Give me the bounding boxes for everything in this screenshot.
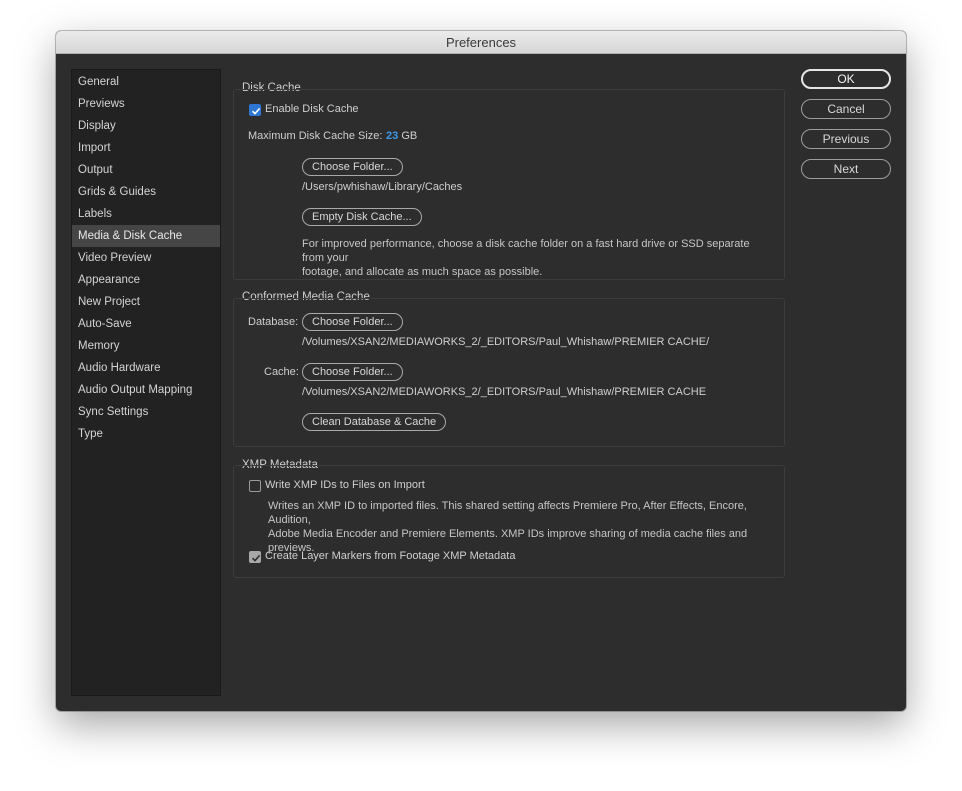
clean-database-cache-button[interactable]: Clean Database & Cache (302, 413, 447, 431)
previous-button[interactable]: Previous (801, 129, 891, 149)
sidebar-item-grids-and-guides[interactable]: Grids & Guides (72, 181, 220, 203)
enable-disk-cache-label[interactable]: Enable Disk Cache (265, 103, 359, 115)
sidebar-item-display[interactable]: Display (72, 115, 220, 137)
database-label: Database: (248, 316, 299, 328)
cache-label: Cache: (264, 366, 299, 378)
sidebar-item-audio-hardware[interactable]: Audio Hardware (72, 357, 220, 379)
disk-cache-note: For improved performance, choose a disk … (302, 237, 772, 279)
disk-cache-choose-folder-button[interactable]: Choose Folder... (302, 158, 403, 176)
cancel-button[interactable]: Cancel (801, 99, 891, 119)
xmp-note-line-1: Writes an XMP ID to imported files. This… (268, 500, 747, 526)
preferences-sidebar: General Previews Display Import Output Grids … (71, 69, 221, 696)
cache-choose-folder-button[interactable]: Choose Folder... (302, 363, 403, 381)
checkmark-icon (251, 107, 261, 115)
window-title: Preferences (56, 31, 906, 54)
sidebar-item-media-and-disk-cache[interactable]: Media & Disk Cache (72, 225, 220, 247)
write-xmp-ids-label[interactable]: Write XMP IDs to Files on Import (265, 479, 425, 491)
max-disk-cache-size-label: Maximum Disk Cache Size: (248, 130, 383, 142)
sidebar-item-audio-output-mapping[interactable]: Audio Output Mapping (72, 379, 220, 401)
preferences-window: Preferences General Previews Display Import… (56, 31, 906, 711)
max-disk-cache-size: 23 GB (386, 130, 417, 142)
database-choose-folder-button[interactable]: Choose Folder... (302, 313, 403, 331)
empty-disk-cache-button[interactable]: Empty Disk Cache... (302, 208, 422, 226)
sidebar-item-new-project[interactable]: New Project (72, 291, 220, 313)
sidebar-item-appearance[interactable]: Appearance (72, 269, 220, 291)
create-layer-markers-checkbox[interactable] (249, 551, 261, 563)
write-xmp-ids-checkbox[interactable] (249, 480, 261, 492)
max-disk-cache-size-value[interactable]: 23 (386, 130, 398, 142)
sidebar-item-sync-settings[interactable]: Sync Settings (72, 401, 220, 423)
next-button[interactable]: Next (801, 159, 891, 179)
disk-cache-note-line-2: footage, and allocate as much space as p… (302, 266, 543, 278)
sidebar-item-video-preview[interactable]: Video Preview (72, 247, 220, 269)
ok-button[interactable]: OK (801, 69, 891, 89)
sidebar-item-general[interactable]: General (72, 71, 220, 93)
max-disk-cache-size-unit: GB (401, 130, 418, 142)
create-layer-markers-label[interactable]: Create Layer Markers from Footage XMP Me… (265, 550, 515, 562)
sidebar-item-previews[interactable]: Previews (72, 93, 220, 115)
checkmark-icon (251, 554, 261, 562)
sidebar-item-auto-save[interactable]: Auto-Save (72, 313, 220, 335)
sidebar-item-import[interactable]: Import (72, 137, 220, 159)
enable-disk-cache-checkbox[interactable] (249, 104, 261, 116)
disk-cache-path: /Users/pwhishaw/Library/Caches (302, 181, 463, 193)
sidebar-item-type[interactable]: Type (72, 423, 220, 445)
sidebar-item-output[interactable]: Output (72, 159, 220, 181)
database-path: /Volumes/XSAN2/MEDIAWORKS_2/_EDITORS/Pau… (302, 336, 710, 348)
xmp-note: Writes an XMP ID to imported files. This… (268, 499, 768, 555)
disk-cache-note-line-1: For improved performance, choose a disk … (302, 238, 750, 264)
sidebar-item-labels[interactable]: Labels (72, 203, 220, 225)
cache-path: /Volumes/XSAN2/MEDIAWORKS_2/_EDITORS/Pau… (302, 386, 707, 398)
sidebar-item-memory[interactable]: Memory (72, 335, 220, 357)
